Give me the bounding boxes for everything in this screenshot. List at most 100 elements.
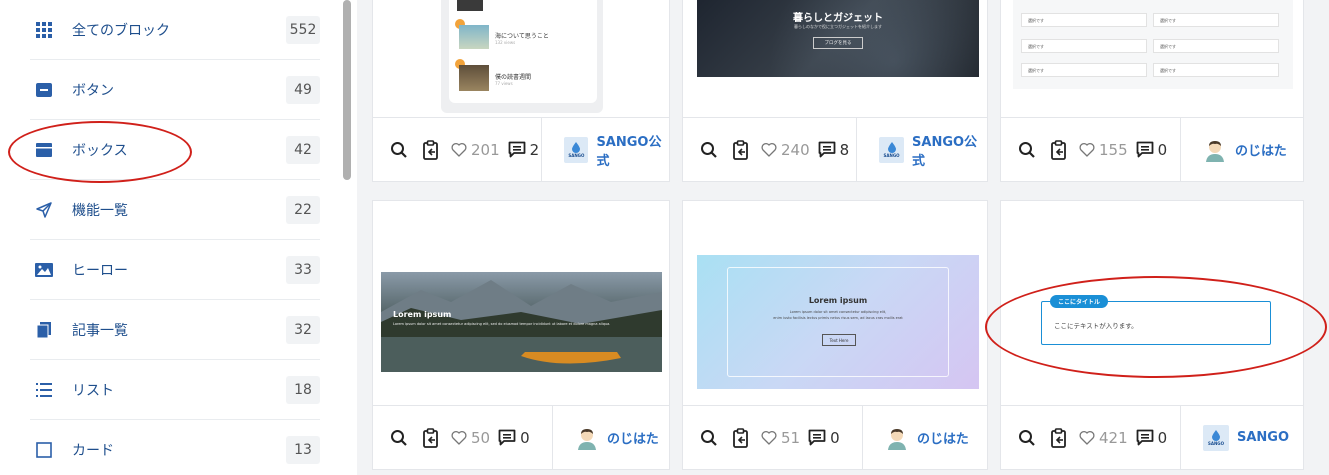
comment-button[interactable]: 8 (818, 140, 850, 159)
sidebar-item-label: 機能一覧 (72, 202, 128, 219)
card-footer: 51 0 のじはた (683, 405, 987, 469)
card-tools: 50 0 (373, 406, 553, 469)
like-button[interactable]: 201 (451, 141, 500, 159)
card-author[interactable]: のじはた (1181, 138, 1287, 162)
sidebar-item-all-blocks[interactable]: 全てのブロック 552 (30, 0, 320, 60)
sidebar-item-card[interactable]: カード 13 (30, 420, 320, 475)
like-count: 50 (471, 428, 491, 447)
like-button[interactable]: 155 (1079, 141, 1128, 159)
comment-button[interactable]: 0 (808, 429, 840, 447)
card-icon (34, 440, 54, 460)
comment-button[interactable]: 0 (498, 429, 530, 447)
comment-button[interactable]: 0 (1136, 428, 1168, 447)
heart-icon (451, 430, 467, 445)
search-icon[interactable] (1015, 138, 1039, 162)
sidebar-item-button[interactable]: ボタン 49 (30, 60, 320, 120)
card-author[interactable]: のじはた (863, 426, 969, 450)
copy-clipboard-icon[interactable] (419, 426, 443, 450)
sidebar-item-label: カード (72, 443, 114, 459)
sidebar-item-hero[interactable]: ヒーロー 33 (30, 240, 320, 300)
avatar-icon (575, 426, 599, 450)
article-title: 海について思うこと (495, 33, 549, 40)
block-card[interactable]: 海について思うこと 132 views 僕の読書週間 77 views 201 … (372, 0, 670, 182)
card-author[interactable]: SANGO SANGO (1181, 424, 1290, 451)
card-preview[interactable]: 海について思うこと 132 views 僕の読書週間 77 views (373, 0, 669, 119)
hero-subtitle: 暮らしのなかで役に立つガジェットを紹介します (794, 24, 882, 29)
search-icon[interactable] (697, 426, 721, 450)
card-tools: 51 0 (683, 406, 863, 469)
copy-clipboard-icon[interactable] (1047, 138, 1071, 162)
author-name: SANGO公式 (912, 134, 978, 169)
comment-icon (808, 429, 826, 446)
comment-icon (508, 141, 526, 158)
block-card[interactable]: 暮らしとガジェット 暮らしのなかで役に立つガジェットを紹介します ブログを見る … (682, 0, 988, 182)
article-meta: 77 views (495, 81, 513, 86)
card-preview[interactable]: Lorem ipsum Lorem ipsum dolor sit amet c… (373, 201, 669, 406)
sidebar-item-features[interactable]: 機能一覧 22 (30, 180, 320, 240)
select-field: 選択です (1021, 13, 1147, 27)
box-title-tag: ここにタイトル (1050, 295, 1109, 308)
author-name: SANGO (1237, 430, 1290, 445)
copy-clipboard-icon[interactable] (419, 138, 443, 162)
button-icon (34, 80, 54, 100)
card-preview[interactable]: Lorem ipsum Lorem ipsum dolor sit amet c… (683, 201, 987, 406)
search-icon[interactable] (697, 138, 721, 162)
comment-count: 8 (839, 140, 850, 159)
block-card[interactable]: Lorem ipsum Lorem ipsum dolor sit amet c… (372, 200, 670, 470)
grid-icon (34, 20, 54, 40)
comment-count: 0 (1157, 428, 1168, 447)
comment-count: 0 (1157, 140, 1168, 159)
like-button[interactable]: 421 (1079, 429, 1128, 447)
sidebar-item-list[interactable]: リスト 18 (30, 360, 320, 420)
copy-clipboard-icon[interactable] (729, 138, 753, 162)
copy-clipboard-icon[interactable] (729, 426, 753, 450)
comment-count: 0 (520, 428, 530, 447)
sango-logo-icon: SANGO (564, 136, 589, 163)
block-card[interactable]: ここにタイトル ここにテキストが入ります。 421 0 SANGO SANGO (1000, 200, 1304, 470)
comment-button[interactable]: 2 (508, 140, 540, 159)
card-footer: 240 8 SANGO SANGO公式 (683, 117, 987, 181)
like-button[interactable]: 50 (451, 429, 490, 447)
sidebar-item-box[interactable]: ボックス 42 (30, 120, 320, 180)
box-icon (34, 140, 54, 160)
sidebar-item-label: ボタン (72, 82, 114, 99)
card-preview[interactable]: 暮らしとガジェット 暮らしのなかで役に立つガジェットを紹介します ブログを見る (683, 0, 987, 119)
heart-icon (761, 142, 777, 157)
card-preview[interactable]: ここにタイトル ここにテキストが入ります。 (1001, 201, 1303, 406)
like-button[interactable]: 240 (761, 141, 810, 159)
comment-icon (498, 429, 516, 446)
card-footer: 50 0 のじはた (373, 405, 669, 469)
count-badge: 22 (286, 195, 320, 224)
comment-count: 2 (529, 140, 540, 159)
like-button[interactable]: 51 (761, 429, 800, 447)
heart-icon (451, 142, 467, 157)
card-author[interactable]: SANGO SANGO公式 (857, 131, 987, 169)
sidebar-scrollbar-thumb[interactable] (343, 0, 351, 180)
article-title: 僕の読書週間 (495, 74, 532, 81)
author-name: のじはた (917, 432, 969, 447)
card-tools: 421 0 (1001, 406, 1181, 469)
copy-clipboard-icon[interactable] (1047, 426, 1071, 450)
count-badge: 32 (286, 315, 320, 344)
sidebar-item-label: 全てのブロック (72, 22, 170, 39)
search-icon[interactable] (1015, 426, 1039, 450)
card-author[interactable]: のじはた (553, 426, 659, 450)
card-author[interactable]: SANGO SANGO公式 (542, 131, 669, 169)
card-preview[interactable]: 選択です 選択です 選択です 選択です 選択です 選択です (1001, 0, 1303, 119)
count-badge: 33 (286, 255, 320, 284)
avatar-icon (1203, 138, 1227, 162)
preview-frame: 海について思うこと 132 views 僕の読書週間 77 views (441, 0, 603, 113)
search-icon[interactable] (387, 426, 411, 450)
count-badge: 13 (286, 436, 320, 464)
sidebar-item-article-list[interactable]: 記事一覧 32 (30, 300, 320, 360)
card-footer: 201 2 SANGO SANGO公式 (373, 117, 669, 181)
sidebar-item-label: 記事一覧 (72, 322, 128, 339)
block-card[interactable]: 選択です 選択です 選択です 選択です 選択です 選択です 155 0 のじはた (1000, 0, 1304, 182)
comment-icon (818, 141, 836, 158)
like-count: 201 (471, 140, 500, 159)
search-icon[interactable] (387, 138, 411, 162)
sidebar: 全てのブロック 552 ボタン 49 ボックス 42 機能一覧 22 ヒーロー … (0, 0, 330, 475)
comment-button[interactable]: 0 (1136, 140, 1168, 159)
hero-button: Text Here (822, 334, 856, 346)
block-card[interactable]: Lorem ipsum Lorem ipsum dolor sit amet c… (682, 200, 988, 470)
